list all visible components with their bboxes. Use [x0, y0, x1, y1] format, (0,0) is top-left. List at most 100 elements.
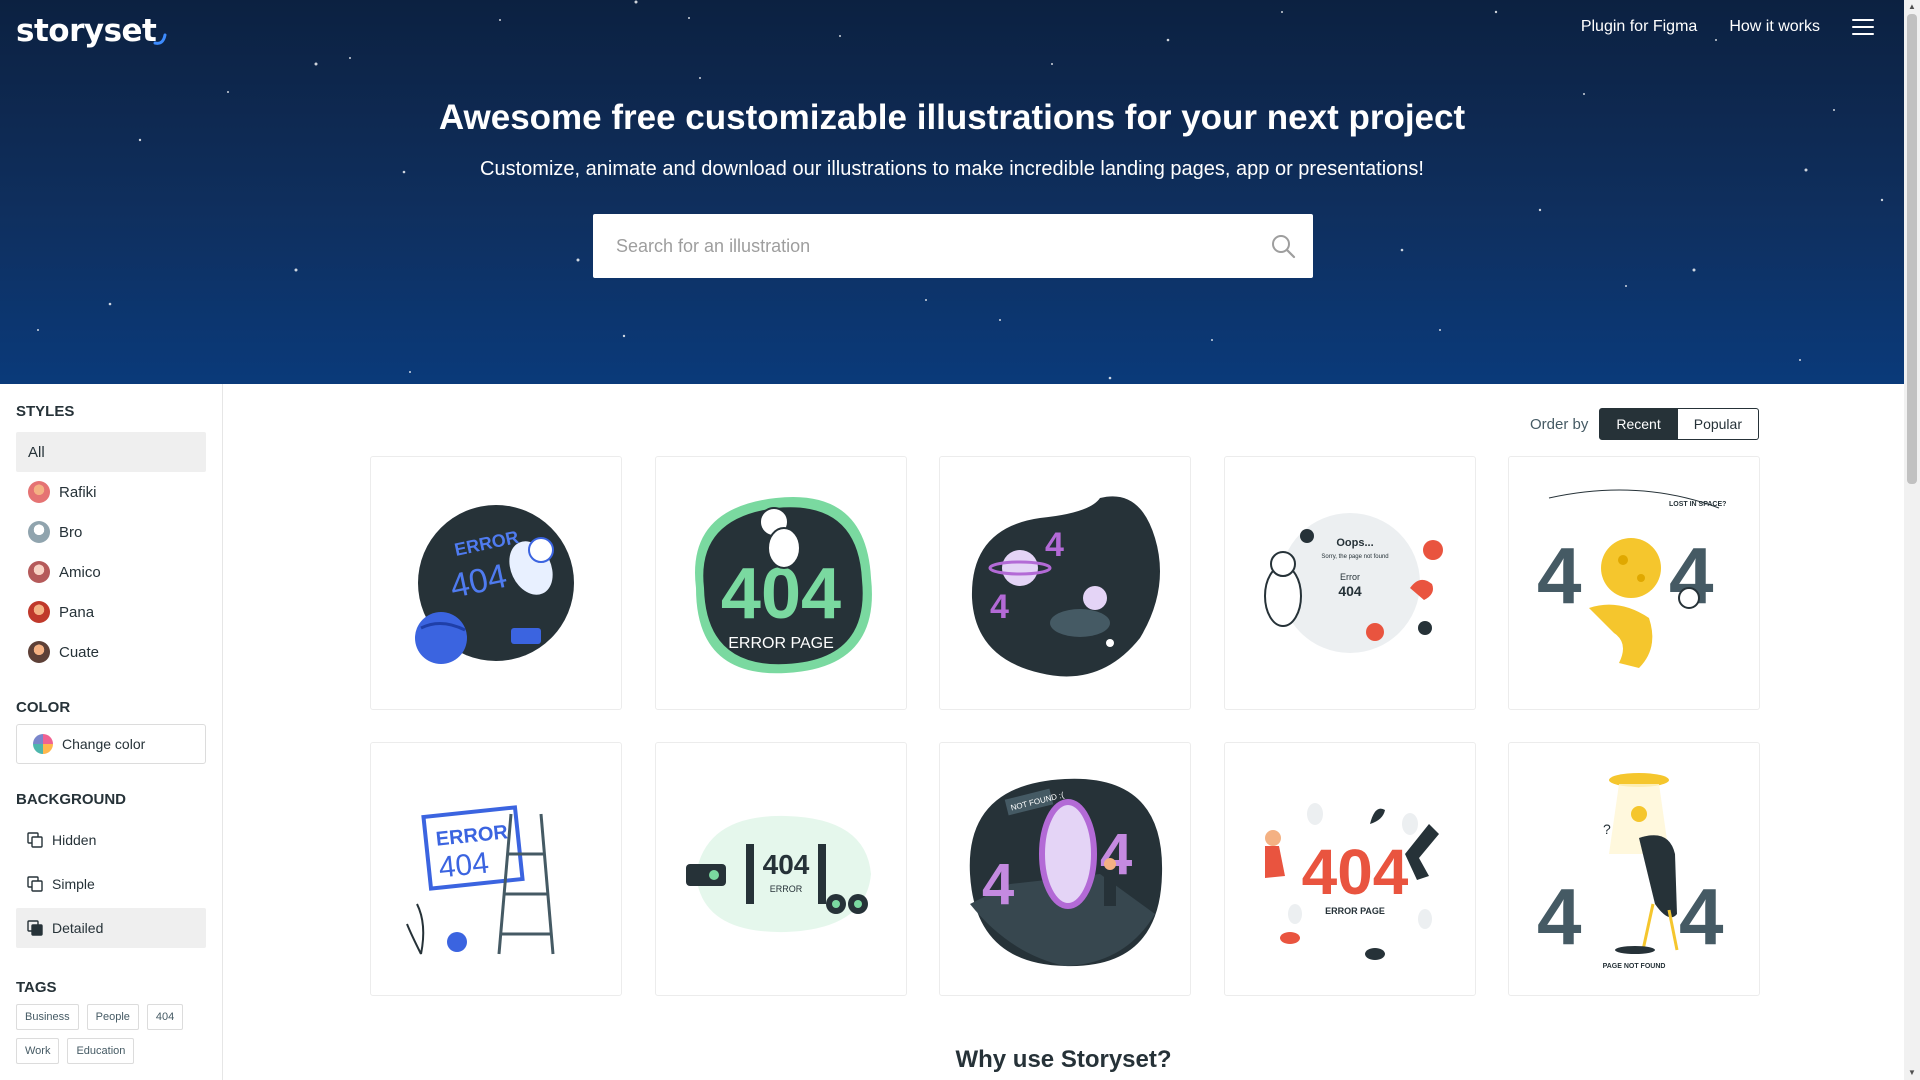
order-recent-button[interactable]: Recent — [1599, 408, 1678, 440]
background-label: Detailed — [52, 920, 104, 936]
change-color-button[interactable]: Change color — [16, 724, 206, 764]
top-nav: Plugin for Figma How it works — [1581, 18, 1874, 36]
page-scrollbar[interactable]: ▲ ▼ — [1904, 0, 1920, 1080]
svg-text:PAGE NOT FOUND: PAGE NOT FOUND — [1603, 963, 1666, 970]
layers-icon — [27, 832, 43, 848]
logo-text: storyset — [16, 13, 157, 49]
error-404-ladder-illustration: ERROR 404 — [406, 805, 555, 955]
tag-list: Business People 404 Work Education — [16, 1004, 216, 1064]
illustration-card[interactable]: ? 4 4 PAGE NOT FOUND — [1508, 742, 1760, 996]
svg-text:ERROR: ERROR — [770, 884, 803, 894]
illustration-card[interactable]: LOST IN SPACE? 4 4 — [1508, 456, 1760, 710]
background-hidden[interactable]: Hidden — [16, 820, 206, 860]
search-input[interactable] — [593, 214, 1253, 278]
svg-text:Error: Error — [1340, 572, 1360, 582]
order-popular-button[interactable]: Popular — [1677, 408, 1759, 440]
storyset-logo[interactable]: storyset — [16, 8, 167, 54]
hero-title: Awesome free customizable illustrations … — [438, 98, 1466, 137]
tag-people[interactable]: People — [86, 1004, 139, 1030]
svg-text:4: 4 — [1045, 526, 1064, 564]
style-label: Amico — [59, 563, 101, 581]
style-item-cuate[interactable]: Cuate — [16, 632, 206, 672]
rafiki-avatar-icon — [28, 481, 50, 503]
svg-text:Oops...: Oops... — [1336, 537, 1373, 549]
order-by-label: Order by — [1530, 415, 1589, 433]
bro-avatar-icon — [28, 521, 50, 543]
svg-text:4: 4 — [1537, 531, 1582, 620]
svg-text:404: 404 — [763, 849, 810, 880]
tag-education[interactable]: Education — [67, 1038, 135, 1064]
nav-how-it-works[interactable]: How it works — [1729, 18, 1820, 36]
oops-page-not-found-illustration: Oops... Sorry, the page not found Error … — [1264, 513, 1443, 653]
lost-in-space-404-illustration: LOST IN SPACE? 4 4 — [1537, 489, 1726, 668]
why-use-storyset-heading: Why use Storyset? — [955, 1046, 1172, 1073]
background-label: Simple — [52, 876, 95, 892]
background-label: Hidden — [52, 832, 97, 848]
svg-text:4: 4 — [990, 588, 1009, 626]
svg-text:404: 404 — [1302, 836, 1409, 908]
illustration-card[interactable]: ERROR 404 — [370, 742, 622, 996]
scroll-up-arrow-icon[interactable]: ▲ — [1907, 2, 1917, 12]
not-found-portal-illustration: 4 4 NOT FOUND :( — [969, 778, 1163, 967]
hero-subtitle: Customize, animate and download our illu… — [480, 158, 1424, 180]
illustration-card[interactable]: ERROR 404 — [370, 456, 622, 710]
cuate-avatar-icon — [28, 641, 50, 663]
style-label: All — [28, 443, 45, 461]
color-heading: COLOR — [16, 699, 71, 716]
error-404-astronaut-illustration: ERROR 404 — [415, 505, 574, 664]
hamburger-menu-icon[interactable] — [1852, 19, 1874, 35]
style-item-amico[interactable]: Amico — [16, 552, 206, 592]
svg-text:Sorry, the page not found: Sorry, the page not found — [1321, 554, 1388, 560]
style-label: Cuate — [59, 643, 100, 661]
illustration-card[interactable]: 4 4 NOT FOUND :( — [939, 742, 1191, 996]
style-item-pana[interactable]: Pana — [16, 592, 206, 632]
search-bar — [593, 214, 1313, 278]
order-by-control: Order by Recent Popular — [1530, 408, 1759, 440]
svg-text:404: 404 — [1338, 583, 1362, 599]
svg-text:4: 4 — [1679, 872, 1724, 961]
scrollbar-thumb[interactable] — [1907, 14, 1917, 484]
tag-business[interactable]: Business — [16, 1004, 79, 1030]
tag-404[interactable]: 404 — [146, 1004, 184, 1030]
hero-banner: storyset Plugin for Figma How it works A… — [0, 0, 1904, 384]
page-not-found-ostrich-illustration: ? 4 4 PAGE NOT FOUND — [1537, 773, 1724, 970]
illustration-card[interactable]: 4 4 — [939, 456, 1191, 710]
nav-plugin-for-figma[interactable]: Plugin for Figma — [1581, 18, 1698, 36]
change-color-label: Change color — [62, 736, 146, 752]
svg-text:404: 404 — [437, 847, 490, 885]
background-simple[interactable]: Simple — [16, 864, 206, 904]
svg-text:4: 4 — [1537, 872, 1582, 961]
404-error-page-people-illustration: 404 ERROR PAGE — [1265, 803, 1439, 960]
illustration-card[interactable]: 404 ERROR PAGE — [1224, 742, 1476, 996]
scroll-down-arrow-icon[interactable]: ▼ — [1907, 1068, 1917, 1078]
style-item-rafiki[interactable]: Rafiki — [16, 472, 206, 512]
stars-background — [37, 0, 1884, 380]
svg-text:?: ? — [1603, 821, 1611, 837]
illustration-card[interactable]: 404 ERROR — [655, 742, 907, 996]
illustration-card[interactable]: Oops... Sorry, the page not found Error … — [1224, 456, 1476, 710]
svg-text:4: 4 — [982, 852, 1014, 917]
svg-text:ERROR PAGE: ERROR PAGE — [728, 635, 834, 652]
style-label: Pana — [59, 603, 95, 621]
illustration-card[interactable]: 404 ERROR PAGE — [655, 456, 907, 710]
search-icon[interactable] — [1253, 214, 1313, 278]
amico-avatar-icon — [28, 561, 50, 583]
background-heading: BACKGROUND — [16, 791, 126, 808]
svg-text:LOST IN SPACE?: LOST IN SPACE? — [1669, 501, 1726, 508]
background-detailed[interactable]: Detailed — [16, 908, 206, 948]
tags-heading: TAGS — [16, 979, 57, 996]
space-cat-404-illustration: 4 4 — [971, 496, 1160, 677]
logo-swoosh-icon — [153, 33, 167, 45]
pana-avatar-icon — [28, 601, 50, 623]
layers-icon — [27, 876, 43, 892]
404-error-page-astronaut-illustration: 404 ERROR PAGE — [695, 497, 872, 674]
tag-work[interactable]: Work — [16, 1038, 60, 1064]
svg-text:ERROR PAGE: ERROR PAGE — [1325, 906, 1385, 916]
color-wheel-icon — [33, 734, 53, 754]
style-item-bro[interactable]: Bro — [16, 512, 206, 552]
layers-icon — [27, 920, 43, 936]
styles-heading: STYLES — [16, 403, 75, 420]
style-item-all[interactable]: All — [16, 432, 206, 472]
robot-404-error-illustration: 404 ERROR — [686, 815, 871, 933]
style-label: Rafiki — [59, 483, 97, 501]
